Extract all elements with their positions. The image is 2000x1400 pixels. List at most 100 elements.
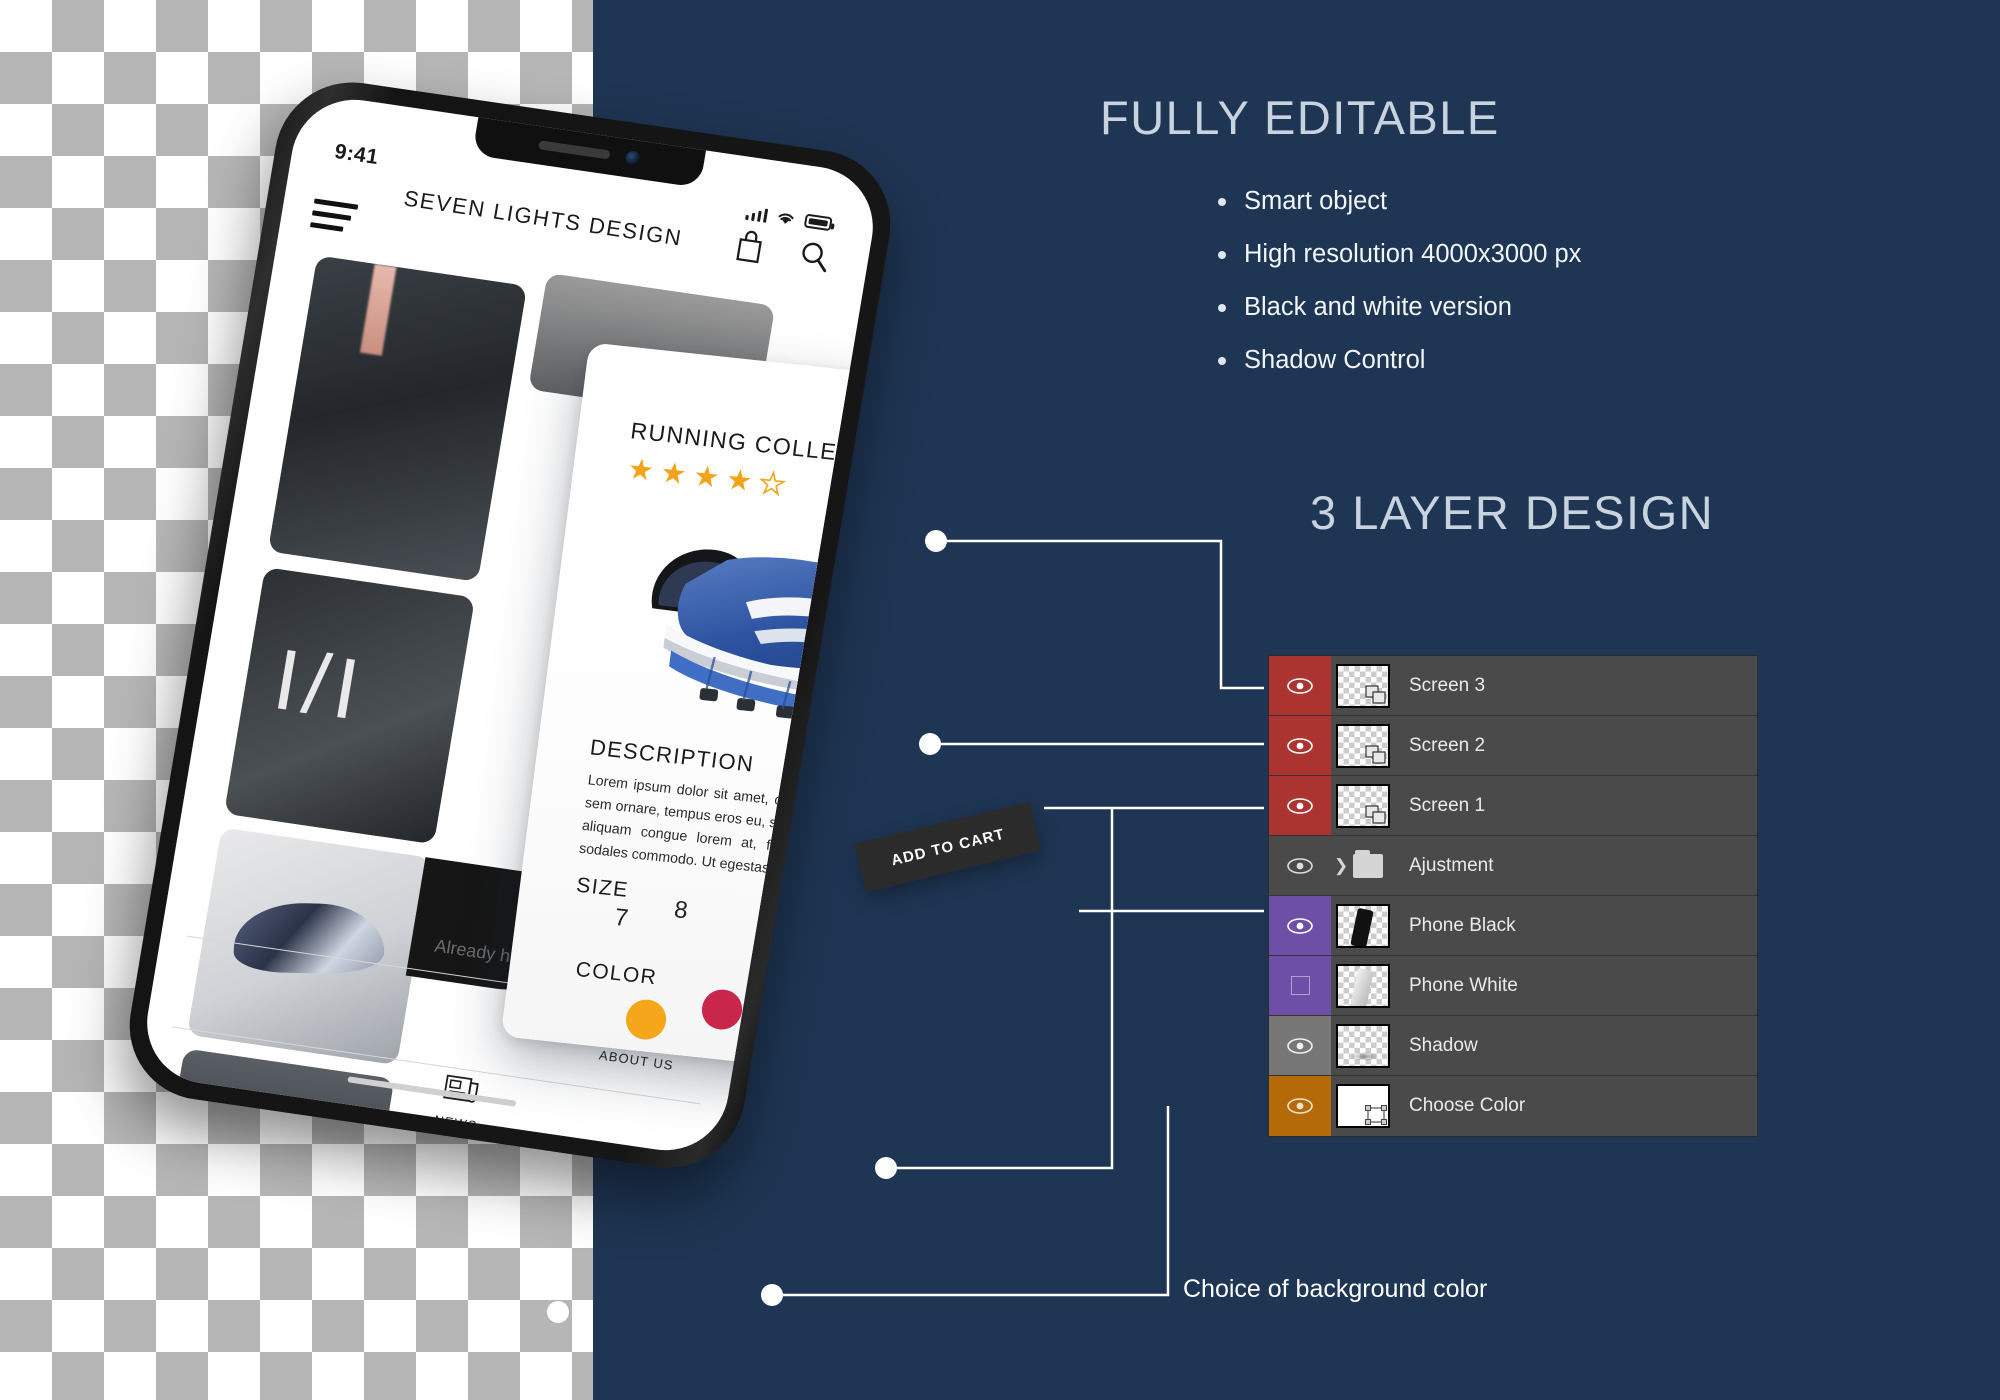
layer-row[interactable]: Phone White — [1269, 956, 1757, 1016]
layer-group-cell[interactable]: ❯ — [1331, 849, 1393, 878]
layer-name: Screen 2 — [1409, 734, 1486, 756]
eye-icon — [1287, 797, 1313, 814]
layer-row[interactable]: ❯ Ajustment — [1269, 836, 1757, 896]
layer-name: Screen 3 — [1409, 674, 1486, 696]
smart-object-badge-icon — [1365, 684, 1386, 704]
feature-list: Smart object High resolution 4000x3000 p… — [1218, 187, 1980, 375]
status-time: 9:41 — [332, 139, 381, 170]
bullet-icon — [1218, 304, 1226, 312]
layer-row[interactable]: Screen 3 — [1269, 656, 1757, 716]
layer-thumbnail — [1336, 1084, 1390, 1128]
feature-label: Shadow Control — [1244, 346, 1426, 374]
layer-row[interactable]: Phone Black — [1269, 896, 1757, 956]
eye-off-icon — [1290, 976, 1310, 995]
phone-black-thumb-icon — [1350, 907, 1374, 946]
layer-thumbnail-cell — [1331, 963, 1393, 1008]
star-icon: ★ — [724, 463, 755, 499]
layer-name: Phone White — [1409, 974, 1518, 996]
bullet-icon — [1218, 251, 1226, 259]
layer-visibility-toggle[interactable] — [1269, 716, 1331, 775]
layer-row[interactable]: Choose Color — [1269, 1076, 1757, 1136]
layer-visibility-toggle[interactable] — [1269, 776, 1331, 835]
smart-object-badge-icon — [1365, 804, 1386, 824]
layer-thumbnail — [1336, 963, 1390, 1008]
add-to-cart-label: ADD TO CART — [889, 825, 1007, 869]
color-label: COLOR — [574, 957, 659, 990]
search-icon[interactable] — [795, 237, 832, 275]
eye-icon — [1287, 1098, 1313, 1114]
list-item: Black and white version — [1218, 293, 1980, 322]
rating-stars: ★ ★ ★ ★ ★ — [625, 453, 788, 502]
layer-thumbnail — [1336, 723, 1390, 768]
hamburger-icon[interactable] — [309, 198, 359, 240]
star-icon: ★ — [625, 453, 656, 488]
layer-visibility-toggle-off[interactable] — [1269, 956, 1331, 1015]
feature-label: High resolution 4000x3000 px — [1244, 240, 1582, 268]
color-swatch-red[interactable] — [699, 987, 745, 1032]
layer-name: Choose Color — [1409, 1095, 1526, 1116]
layer-thumbnail-cell — [1331, 903, 1393, 948]
layer-name: Phone Black — [1409, 914, 1516, 936]
front-camera-icon — [624, 149, 642, 167]
layer-row[interactable]: Screen 2 — [1269, 716, 1757, 776]
eye-icon — [1287, 857, 1313, 874]
layer-visibility-toggle[interactable] — [1269, 836, 1331, 895]
layer-thumbnail-cell — [1331, 723, 1393, 768]
layer-thumbnail-cell — [1331, 1023, 1393, 1068]
eye-icon — [1287, 917, 1313, 934]
photo-thumb[interactable]: I/I — [223, 567, 476, 845]
feature-label: Black and white version — [1244, 293, 1512, 321]
feature-label: Smart object — [1244, 187, 1388, 215]
layer-name: Shadow — [1409, 1034, 1478, 1056]
star-icon-empty: ★ — [756, 466, 788, 502]
color-swatch-orange[interactable] — [623, 997, 669, 1042]
smart-object-badge-icon — [1365, 744, 1386, 764]
wifi-icon — [778, 213, 794, 224]
chevron-right-icon[interactable]: ❯ — [1334, 857, 1348, 874]
layer-name: Screen 1 — [1409, 794, 1486, 816]
layer-thumbnail — [1336, 903, 1390, 948]
newspaper-icon — [442, 1074, 479, 1103]
layer-visibility-toggle[interactable] — [1269, 1016, 1331, 1075]
list-item: Shadow Control — [1218, 346, 1980, 375]
signal-icon — [744, 204, 769, 223]
layer-row[interactable]: Shadow — [1269, 1016, 1757, 1076]
layer-row[interactable]: Screen 1 — [1269, 776, 1757, 836]
headline-fully-editable: FULLY EDITABLE — [1100, 91, 1500, 144]
eye-icon — [1287, 1037, 1313, 1054]
list-item: Smart object — [1218, 187, 1980, 216]
earpiece-speaker — [537, 139, 611, 159]
eye-icon — [1287, 677, 1313, 694]
background-color-caption: Choice of background color — [1183, 1275, 1488, 1303]
layer-thumbnail — [1336, 1023, 1390, 1068]
layers-panel: Screen 3 Screen 2 Screen 1 ❯ Ajustment P… — [1268, 655, 1758, 1137]
transform-handles-icon — [1365, 1105, 1387, 1125]
layer-thumbnail-cell — [1331, 1084, 1393, 1128]
layer-thumbnail-cell — [1331, 663, 1393, 708]
layer-visibility-toggle[interactable] — [1269, 896, 1331, 955]
status-icons — [744, 204, 833, 232]
headline-3-layer-design: 3 LAYER DESIGN — [1310, 486, 1715, 539]
list-item: High resolution 4000x3000 px — [1218, 240, 1980, 269]
layer-thumbnail — [1336, 783, 1390, 828]
layer-visibility-toggle[interactable] — [1269, 1076, 1331, 1136]
layer-visibility-toggle[interactable] — [1269, 656, 1331, 715]
folder-icon — [1353, 849, 1384, 878]
star-icon: ★ — [691, 460, 722, 495]
right-info-panel: FULLY EDITABLE Smart object High resolut… — [1100, 90, 1980, 399]
nav-label: NEWS — [433, 1112, 479, 1134]
phone-white-thumb-icon — [1350, 967, 1374, 1006]
eye-icon — [1287, 737, 1313, 754]
shopping-bag-icon[interactable] — [732, 228, 767, 266]
size-option-8[interactable]: 8 — [672, 896, 690, 925]
photo-thumb[interactable] — [267, 255, 528, 582]
bullet-icon — [1218, 198, 1226, 206]
shadow-thumb-icon — [1350, 1051, 1380, 1061]
layer-thumbnail — [1336, 663, 1390, 708]
battery-icon — [803, 213, 833, 232]
layer-thumbnail-cell — [1331, 783, 1393, 828]
star-icon: ★ — [658, 456, 689, 492]
layer-name: Ajustment — [1409, 854, 1494, 876]
bullet-icon — [1218, 357, 1226, 365]
size-option-7[interactable]: 7 — [613, 904, 630, 933]
